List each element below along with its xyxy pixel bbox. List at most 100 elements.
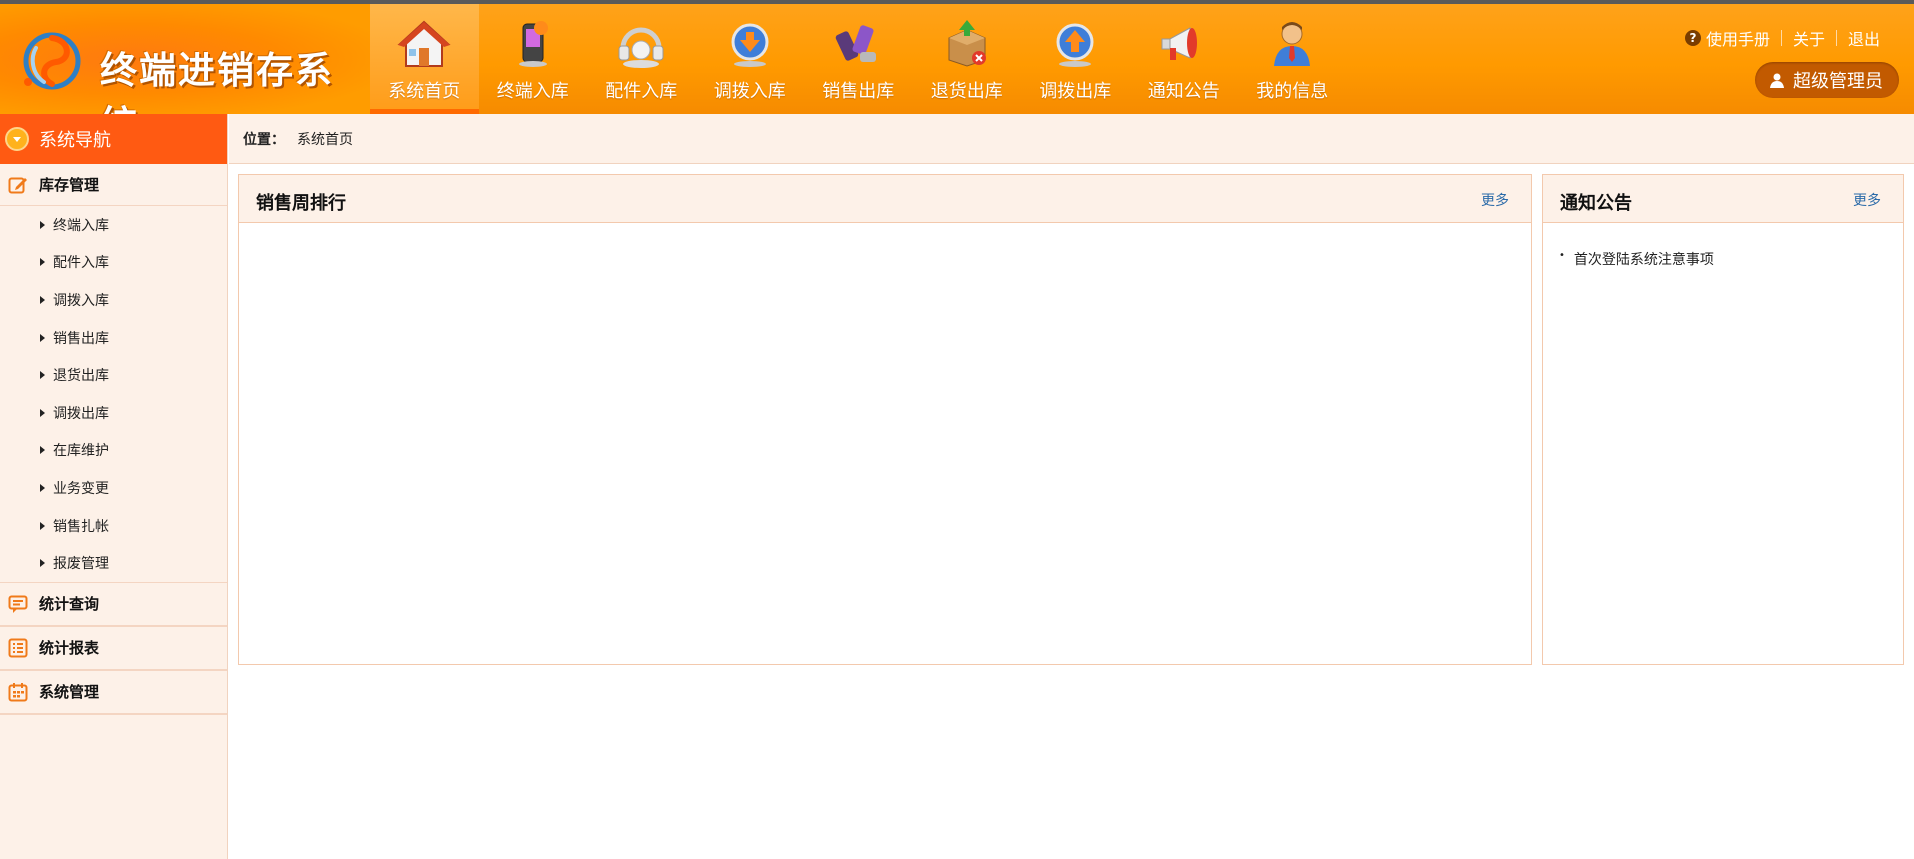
caret-right-icon [40,258,45,267]
sidebar-item-transfer-out[interactable]: 调拨出库 [0,394,227,432]
panel-header: 销售周排行 更多 [239,175,1531,223]
nav-label: 系统首页 [388,81,461,102]
sidebar-item-business-change[interactable]: 业务变更 [0,469,227,507]
caret-right-icon [40,333,45,342]
nav-label: 终端入库 [496,81,569,102]
logout-link[interactable]: 退出 [1848,26,1880,50]
sidebar-item-return-out[interactable]: 退货出库 [0,356,227,394]
chat-query-icon [8,595,28,613]
user-badge[interactable]: 超级管理员 [1755,62,1899,98]
sidebar-item-label: 销售扎帐 [53,518,109,535]
nav-label: 调拨出库 [1039,81,1112,102]
nav-item-my-info[interactable]: 我的信息 [1238,4,1347,114]
user-name: 超级管理员 [1793,71,1883,92]
notice-link[interactable]: 首次登陆系统注意事项 [1574,249,1714,269]
sidebar-item-label: 销售出库 [53,330,109,347]
sidebar-group-label: 统计报表 [39,639,100,658]
calendar-settings-icon [8,682,28,702]
headset-icon [618,27,664,68]
user-icon [1770,73,1784,88]
more-link[interactable]: 更多 [1481,190,1509,210]
divider [1780,30,1782,46]
nav-label: 退货出库 [930,81,1003,102]
sidebar-item-label: 配件入库 [53,255,109,272]
sidebar-group-head[interactable]: 系统管理 [0,670,227,714]
caret-right-icon [40,295,45,304]
sidebar-group-head[interactable]: 统计报表 [0,626,227,670]
return-box-icon [948,20,986,67]
main-nav: 系统首页 终端入库 配件入库 调拨入库 销售出库 退货出库 调拨出库 通知公告 … [370,4,1347,114]
caret-right-icon [40,559,45,568]
nav-item-sales-out[interactable]: 销售出库 [804,4,913,114]
sidebar-item-label: 业务变更 [53,480,109,497]
sidebar-group-inventory: 库存管理 终端入库 配件入库 调拨入库 销售出库 退货出库 调拨出库 在库维护 … [0,164,227,583]
manual-link[interactable]: 使用手册 [1706,26,1770,50]
notice-list: • 首次登陆系统注意事项 [1543,223,1903,273]
sidebar-item-accessory-in[interactable]: 配件入库 [0,244,227,282]
more-link[interactable]: 更多 [1853,190,1881,210]
home-icon [397,20,451,67]
caret-right-icon [40,371,45,380]
sidebar-item-scrap-management[interactable]: 报废管理 [0,544,227,582]
caret-right-icon [40,521,45,530]
nav-item-terminal-in[interactable]: 终端入库 [479,4,588,114]
sidebar-item-label: 在库维护 [53,443,109,460]
sidebar-group-statistics-query: 统计查询 [0,582,227,627]
sidebar-item-sales-out[interactable]: 销售出库 [0,319,227,357]
sidebar-item-stock-maintenance[interactable]: 在库维护 [0,432,227,470]
nav-item-accessory-in[interactable]: 配件入库 [587,4,696,114]
sidebar-group-system-management: 系统管理 [0,670,227,715]
caret-right-icon [40,483,45,492]
sidebar-header[interactable]: 系统导航 [0,114,227,164]
nav-label: 调拨入库 [713,81,786,102]
top-header: 终端进销存系统 系统首页 终端入库 [0,0,1914,146]
nav-item-transfer-out[interactable]: 调拨出库 [1021,4,1130,114]
nav-label: 通知公告 [1147,81,1220,102]
list-report-icon [8,638,28,658]
sidebar-item-terminal-in[interactable]: 终端入库 [0,206,227,244]
sidebar-item-transfer-in[interactable]: 调拨入库 [0,281,227,319]
phones-sale-icon [835,25,877,62]
sidebar-item-label: 报废管理 [53,556,109,573]
sales-ranking-panel: 销售周排行 更多 [238,174,1532,665]
sidebar: 系统导航 库存管理 终端入库 配件入库 调拨入库 销售出库 退货出库 调拨出库 … [0,114,228,859]
edit-icon [8,177,27,193]
nav-item-return-out[interactable]: 退货出库 [913,4,1022,114]
transfer-out-icon [1056,23,1094,67]
breadcrumb-current: 系统首页 [297,131,353,148]
transfer-in-icon [731,23,769,67]
mobile-phone-icon [518,21,548,67]
sidebar-group-head[interactable]: 统计查询 [0,582,227,626]
sidebar-group-statistics-report: 统计报表 [0,626,227,671]
nav-label: 配件入库 [605,81,678,102]
sidebar-group-label: 系统管理 [39,683,100,702]
nav-label: 我的信息 [1256,81,1329,102]
sidebar-item-label: 退货出库 [53,368,109,385]
logo-swirl-icon [23,32,81,90]
caret-right-icon [40,446,45,455]
sidebar-item-label: 调拨出库 [53,405,109,422]
nav-item-notice[interactable]: 通知公告 [1130,4,1239,114]
top-links: ? 使用手册 关于 退出 [1684,26,1880,50]
panel-title: 通知公告 [1560,193,1632,214]
panel-header: 通知公告 更多 [1543,175,1903,223]
sidebar-item-sales-settlement[interactable]: 销售扎帐 [0,507,227,545]
megaphone-icon [1161,27,1197,60]
collapse-toggle-icon[interactable] [5,127,29,151]
nav-item-transfer-in[interactable]: 调拨入库 [696,4,805,114]
breadcrumb-label: 位置： [243,131,285,148]
breadcrumb: 位置： 系统首页 [229,114,1914,164]
sidebar-title: 系统导航 [39,130,111,151]
panel-title: 销售周排行 [256,193,346,214]
sidebar-group-label: 库存管理 [39,176,100,194]
nav-item-home[interactable]: 系统首页 [370,4,479,114]
nav-label: 销售出库 [822,81,895,102]
sidebar-item-label: 调拨入库 [53,292,109,309]
user-profile-icon [1274,22,1311,66]
about-link[interactable]: 关于 [1793,26,1825,50]
logo-area: 终端进销存系统 [0,4,370,146]
sidebar-group-label: 统计查询 [39,595,100,614]
list-item[interactable]: • 首次登陆系统注意事项 [1559,249,1903,273]
sidebar-group-head[interactable]: 库存管理 [0,164,227,206]
notice-panel: 通知公告 更多 • 首次登陆系统注意事项 [1542,174,1904,665]
